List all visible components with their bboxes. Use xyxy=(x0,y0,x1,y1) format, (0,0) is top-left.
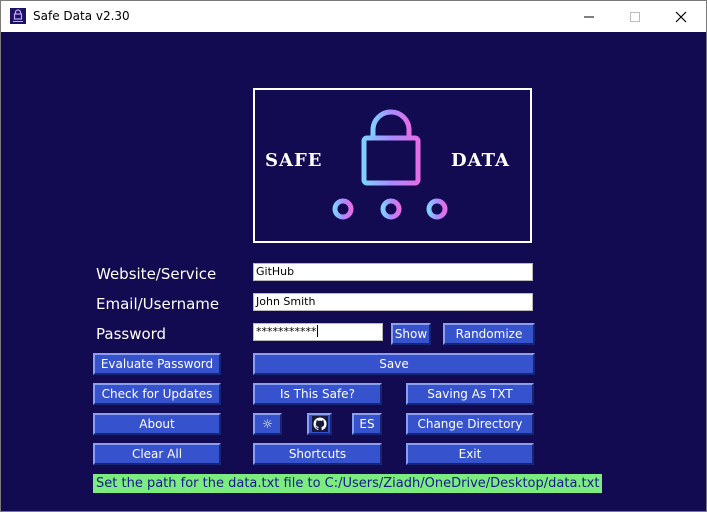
email-label: Email/Username xyxy=(96,295,220,313)
password-value: *********** xyxy=(256,325,317,338)
title-bar: Safe Data v2.30 xyxy=(1,1,706,32)
theme-toggle-button[interactable]: ☼ xyxy=(253,413,282,435)
minimize-icon xyxy=(584,16,594,18)
saving-as-txt-button[interactable]: Saving As TXT xyxy=(406,383,534,405)
text-caret xyxy=(316,325,318,337)
sun-icon: ☼ xyxy=(262,417,273,431)
logo-word-data: DATA xyxy=(451,150,510,171)
email-input[interactable]: John Smith xyxy=(253,293,533,311)
check-updates-button[interactable]: Check for Updates xyxy=(93,383,221,405)
close-icon xyxy=(675,11,687,23)
show-password-button[interactable]: Show xyxy=(391,323,431,345)
maximize-button[interactable] xyxy=(612,1,658,32)
website-input[interactable]: GitHub xyxy=(253,263,533,281)
randomize-button[interactable]: Randomize xyxy=(443,323,535,345)
language-button[interactable]: ES xyxy=(352,413,382,435)
website-label: Website/Service xyxy=(96,265,217,283)
is-this-safe-button[interactable]: Is This Safe? xyxy=(253,383,382,405)
app-lock-icon xyxy=(10,8,26,24)
github-button[interactable] xyxy=(307,413,332,435)
logo-word-safe: SAFE xyxy=(265,150,323,171)
password-input[interactable]: *********** xyxy=(253,323,383,341)
password-label: Password xyxy=(96,325,167,343)
about-button[interactable]: About xyxy=(93,413,221,435)
logo-banner: SAFE DATA xyxy=(253,88,532,243)
minimize-button[interactable] xyxy=(566,1,612,32)
lock-network-icon xyxy=(332,109,448,220)
app-window: Safe Data v2.30 SAFE DATA Website/Servic… xyxy=(0,0,707,512)
change-directory-button[interactable]: Change Directory xyxy=(406,413,534,435)
save-button[interactable]: Save xyxy=(253,353,535,375)
exit-button[interactable]: Exit xyxy=(406,443,534,465)
close-button[interactable] xyxy=(658,1,704,32)
clear-all-button[interactable]: Clear All xyxy=(93,443,221,465)
evaluate-password-button[interactable]: Evaluate Password xyxy=(93,353,221,375)
shortcuts-button[interactable]: Shortcuts xyxy=(253,443,382,465)
github-icon xyxy=(311,416,328,432)
window-title: Safe Data v2.30 xyxy=(33,9,130,23)
maximize-icon xyxy=(630,12,640,22)
status-message: Set the path for the data.txt file to C:… xyxy=(93,474,603,493)
